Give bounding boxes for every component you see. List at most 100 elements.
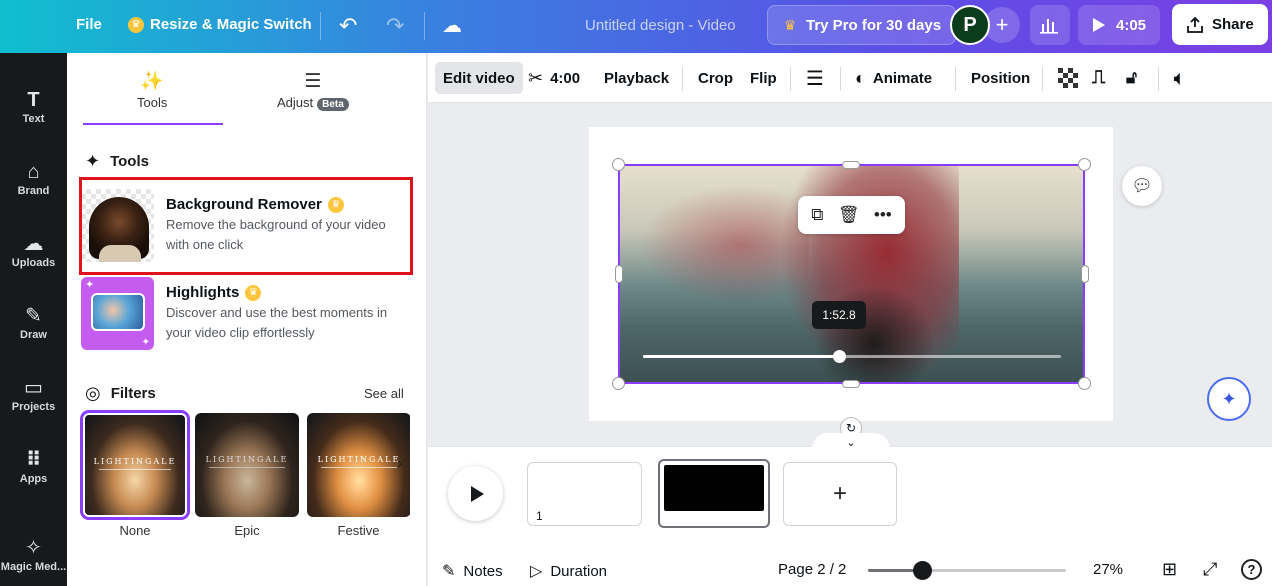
resize-label: Resize & Magic Switch <box>150 16 312 33</box>
duration-button[interactable]: ▷ Duration <box>530 561 607 581</box>
bar-chart-icon <box>1040 19 1058 34</box>
avatar[interactable]: P <box>950 5 990 45</box>
insights-button[interactable] <box>1030 5 1070 45</box>
top-header: File ♛ Resize & Magic Switch ↶ ↷ ☁ Untit… <box>0 0 1272 53</box>
filter-epic[interactable]: LIGHTINGALE Epic <box>195 413 299 538</box>
transparency-icon[interactable] <box>1058 62 1078 94</box>
flip-button[interactable]: Flip <box>750 62 777 94</box>
filter-overlay-text: LIGHTINGALE <box>93 457 177 466</box>
document-title[interactable]: Untitled design - Video <box>585 17 736 34</box>
rail-item-text[interactable]: T Text <box>0 87 67 125</box>
animate-icon: ◐ <box>855 67 866 88</box>
rail-item-uploads[interactable]: ☁ Uploads <box>0 231 67 269</box>
filter-label: None <box>119 523 151 538</box>
trim-button[interactable]: ✂ 4:00 <box>528 62 580 94</box>
divider <box>1042 67 1043 91</box>
crop-button[interactable]: Crop <box>698 62 733 94</box>
lines-icon[interactable]: ☰ <box>806 62 824 94</box>
animate-button[interactable]: ◐ Animate <box>855 62 932 94</box>
tab-tools[interactable]: ✨ Tools <box>137 71 167 110</box>
share-label: Share <box>1212 16 1254 33</box>
more-options-icon[interactable]: ••• <box>874 205 892 225</box>
file-menu-button[interactable]: File <box>76 16 102 33</box>
filter-none[interactable]: LIGHTINGALE None <box>80 410 190 538</box>
paint-roller-icon[interactable]: ⎍ <box>1092 62 1105 94</box>
rail-item-magic-media[interactable]: ✧ Magic Med... <box>0 535 67 573</box>
notes-button[interactable]: ✎ Notes <box>442 561 503 581</box>
resize-magic-switch-button[interactable]: ♛ Resize & Magic Switch <box>128 16 312 33</box>
collapse-timeline-button[interactable]: ⌄ <box>812 433 890 449</box>
side-panel: ✨ Tools ☰ Adjust Beta ✦ Tools Background … <box>67 53 427 586</box>
time-tooltip: 1:52.8 <box>812 301 866 329</box>
playback-button[interactable]: Playback <box>604 62 669 94</box>
sparkle-wand-icon: ✨ <box>140 71 165 92</box>
chevron-down-icon: ⌄ <box>846 437 856 449</box>
play-duration-label: 4:05 <box>1116 16 1147 34</box>
zoom-percentage[interactable]: 27% <box>1093 561 1123 578</box>
filter-festive[interactable]: LIGHTINGALE Festive <box>307 413 410 538</box>
filter-label: Festive <box>337 523 380 538</box>
see-all-link[interactable]: See all <box>364 386 404 401</box>
try-pro-button[interactable]: ♛ Try Pro for 30 days <box>767 5 957 45</box>
tool-highlights[interactable]: ✦ ✦ Highlights ♛ Discover and use the be… <box>81 277 417 350</box>
magic-assistant-button[interactable]: ✦ <box>1207 377 1251 421</box>
duplicate-icon[interactable]: ⧉ <box>811 205 823 225</box>
comment-plus-icon: 💬︎ <box>1131 176 1153 195</box>
resize-handle-top-left[interactable] <box>612 158 625 171</box>
scene-2[interactable]: 2 <box>658 459 770 528</box>
help-button[interactable]: ? <box>1241 559 1262 580</box>
undo-icon[interactable]: ↶ <box>339 13 357 39</box>
position-button[interactable]: Position <box>971 62 1030 94</box>
resize-handle-left[interactable] <box>615 265 623 283</box>
resize-handle-bottom-left[interactable] <box>612 377 625 390</box>
timeline-play-button[interactable] <box>448 466 503 521</box>
divider <box>955 67 956 91</box>
scene-thumbnail <box>664 465 764 511</box>
filter-thumbnail: LIGHTINGALE <box>80 410 190 520</box>
play-duration-button[interactable]: 4:05 <box>1078 5 1161 45</box>
resize-handle-top-right[interactable] <box>1078 158 1091 171</box>
text-icon: T <box>27 89 40 111</box>
cloud-save-icon[interactable]: ☁ <box>442 13 462 38</box>
highlights-thumbnail: ✦ ✦ <box>81 277 154 350</box>
rail-item-label: Apps <box>19 473 48 485</box>
rail-item-label: Magic Med... <box>0 561 67 573</box>
filters-heading-label: Filters <box>110 385 156 402</box>
crown-icon: ♛ <box>128 16 144 33</box>
redo-icon[interactable]: ↷ <box>386 13 404 39</box>
tools-heading: ✦ Tools <box>85 151 149 172</box>
sparkle-icon: ✦ <box>1221 388 1237 409</box>
divider <box>790 67 791 91</box>
edit-video-button[interactable]: Edit video <box>435 62 523 94</box>
tab-label: Tools <box>137 95 168 110</box>
filter-label: Epic <box>234 523 260 538</box>
trash-icon[interactable]: 🗑︎ <box>838 205 860 225</box>
resize-handle-top[interactable] <box>842 161 860 169</box>
fullscreen-icon[interactable]: ⤢ <box>1203 559 1217 580</box>
divider <box>320 12 321 40</box>
scene-number: 2 <box>666 510 673 524</box>
resize-handle-right[interactable] <box>1081 265 1089 283</box>
tab-adjust[interactable]: ☰ Adjust Beta <box>277 71 349 111</box>
sliders-icon: ☰ <box>304 71 322 92</box>
rail-item-projects[interactable]: ▭ Projects <box>0 375 67 413</box>
resize-handle-bottom-right[interactable] <box>1078 377 1091 390</box>
filter-overlay-text: LIGHTINGALE <box>317 455 401 464</box>
add-scene-button[interactable]: + <box>783 462 897 526</box>
lock-icon[interactable]: 🔓︎ <box>1126 62 1137 94</box>
zoom-slider-knob[interactable] <box>913 561 932 580</box>
rail-item-draw[interactable]: ✎ Draw <box>0 303 67 341</box>
share-icon <box>1187 16 1203 33</box>
menu-icon[interactable] <box>20 15 42 37</box>
add-comment-button[interactable]: 💬︎ <box>1122 166 1162 206</box>
rail-item-brand[interactable]: ⌂ Brand <box>0 159 67 197</box>
resize-handle-bottom[interactable] <box>842 380 860 388</box>
page-indicator[interactable]: Page 2 / 2 <box>778 561 846 578</box>
volume-icon[interactable]: 🔈︎ <box>1174 62 1185 94</box>
beta-badge: Beta <box>317 98 349 111</box>
grid-view-icon[interactable]: ⊞ <box>1162 559 1177 580</box>
rail-item-apps[interactable]: ⠿ Apps <box>0 447 67 485</box>
chevron-right-icon[interactable]: › <box>397 455 402 473</box>
share-button[interactable]: Share <box>1172 4 1268 45</box>
scene-1[interactable]: 1 <box>527 462 642 526</box>
